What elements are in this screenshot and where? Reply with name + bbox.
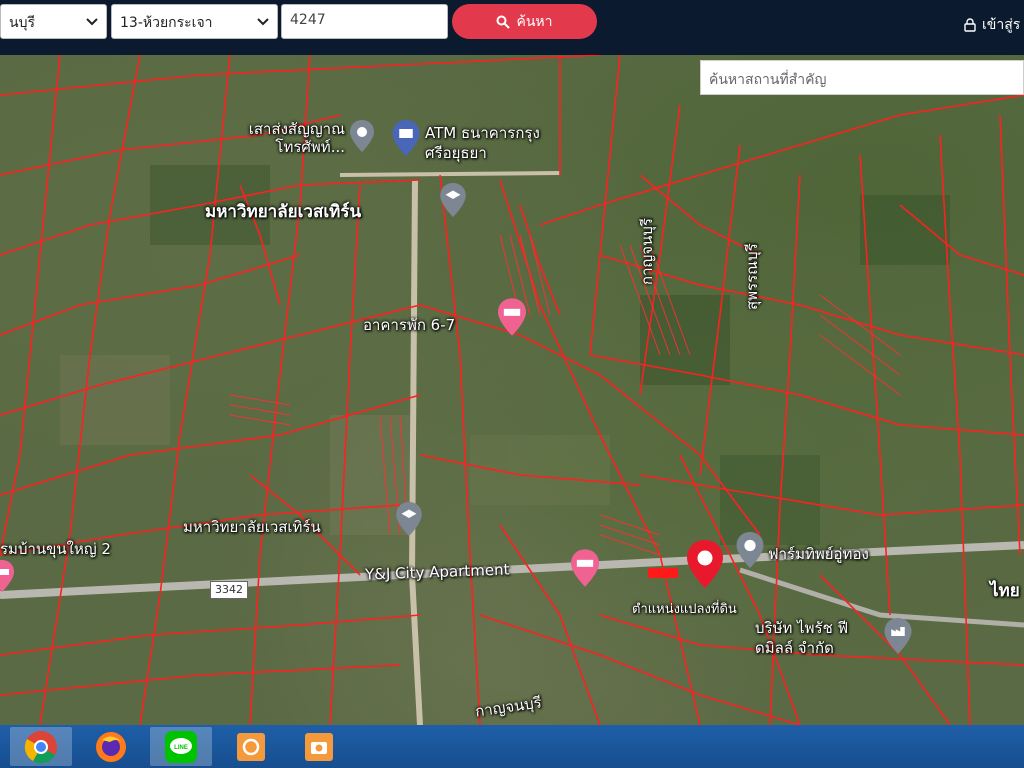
company-label: บริษัท ไพรัช ฟีดมิลล์ จำกัด bbox=[755, 619, 849, 657]
taskbar-chrome[interactable] bbox=[10, 727, 72, 766]
tower-label: เสาส่งสัญญาณโทรศัพท์... bbox=[248, 120, 345, 156]
line-icon: LINE bbox=[165, 730, 197, 763]
capture-app-icon bbox=[237, 732, 265, 761]
chevron-down-icon bbox=[86, 18, 98, 26]
taskbar-firefox[interactable] bbox=[80, 727, 142, 766]
satellite-map[interactable]: ค้นหาสถานที่สำคัญ 3342 เสาส่งสัญญาณโทรศั… bbox=[0, 55, 1024, 725]
place-search-placeholder: ค้นหาสถานที่สำคัญ bbox=[709, 72, 827, 88]
factory-pin-icon[interactable] bbox=[884, 618, 912, 654]
login-link[interactable]: เข้าสู่ร bbox=[964, 14, 1020, 36]
taskbar-camera-app[interactable] bbox=[288, 727, 350, 766]
atm-pin-icon[interactable] bbox=[392, 120, 420, 156]
top-search-bar: นบุรี 13-ห้วยกระเจา 4247 ค้นหา เข้าสู่ร bbox=[0, 0, 1024, 55]
university-pin-icon[interactable] bbox=[396, 502, 422, 536]
place-search-input[interactable]: ค้นหาสถานที่สำคัญ bbox=[700, 60, 1024, 95]
suphanburi-road-label: สุพรรณบุรี bbox=[743, 243, 761, 310]
map-pin-icon[interactable] bbox=[350, 120, 374, 152]
firefox-icon bbox=[96, 731, 126, 762]
parcel-location-pin-icon[interactable] bbox=[687, 540, 723, 588]
chevron-down-icon bbox=[257, 18, 269, 26]
village-label: รมบ้านขุนใหญ่ 2 bbox=[0, 540, 111, 558]
university-pin-icon[interactable] bbox=[440, 183, 466, 217]
hotel-pin-icon[interactable] bbox=[0, 560, 14, 592]
parcel-number-value: 4247 bbox=[290, 12, 326, 28]
dormitory-label: อาคารพัก 6-7 bbox=[363, 316, 456, 334]
search-icon bbox=[496, 15, 511, 29]
shop-pin-icon[interactable] bbox=[736, 532, 764, 568]
province-select[interactable]: นบุรี bbox=[0, 4, 107, 39]
western-university-label-bottom: มหาวิทยาลัยเวสเทิร์น bbox=[183, 518, 321, 536]
windows-taskbar: LINE bbox=[0, 725, 1024, 768]
hotel-pin-icon[interactable] bbox=[498, 298, 526, 336]
atm-label: ATM ธนาคารกรุงศรีอยุธยา bbox=[425, 124, 540, 162]
district-select[interactable]: 13-ห้วยกระเจา bbox=[111, 4, 278, 39]
camera-app-icon bbox=[305, 732, 333, 761]
district-select-value: 13-ห้วยกระเจา bbox=[120, 15, 213, 31]
parcel-number-input[interactable]: 4247 bbox=[281, 4, 448, 39]
svg-text:LINE: LINE bbox=[174, 745, 188, 751]
western-university-label-top: มหาวิทยาลัยเวสเทิร์น bbox=[205, 202, 362, 222]
hotel-pin-icon[interactable] bbox=[571, 549, 599, 587]
search-button-label: ค้นหา bbox=[516, 13, 553, 30]
taskbar-line[interactable]: LINE bbox=[150, 727, 212, 766]
taskbar-capture-app[interactable] bbox=[220, 727, 282, 766]
search-button[interactable]: ค้นหา bbox=[452, 4, 597, 39]
parcel-location-label: ตำแหน่งแปลงที่ดิน bbox=[632, 602, 737, 617]
road-number-shield: 3342 bbox=[210, 581, 248, 599]
province-select-value: นบุรี bbox=[9, 15, 35, 31]
farm-label: ฟาร์มทิพย์อู่ทอง bbox=[768, 545, 869, 563]
lock-icon bbox=[964, 18, 976, 32]
chrome-icon bbox=[24, 730, 57, 763]
login-label: เข้าสู่ร bbox=[982, 17, 1021, 33]
thai-label: ไทย bbox=[990, 581, 1020, 601]
kanchanaburi-road-label: กาญจนบุรี bbox=[638, 218, 656, 285]
